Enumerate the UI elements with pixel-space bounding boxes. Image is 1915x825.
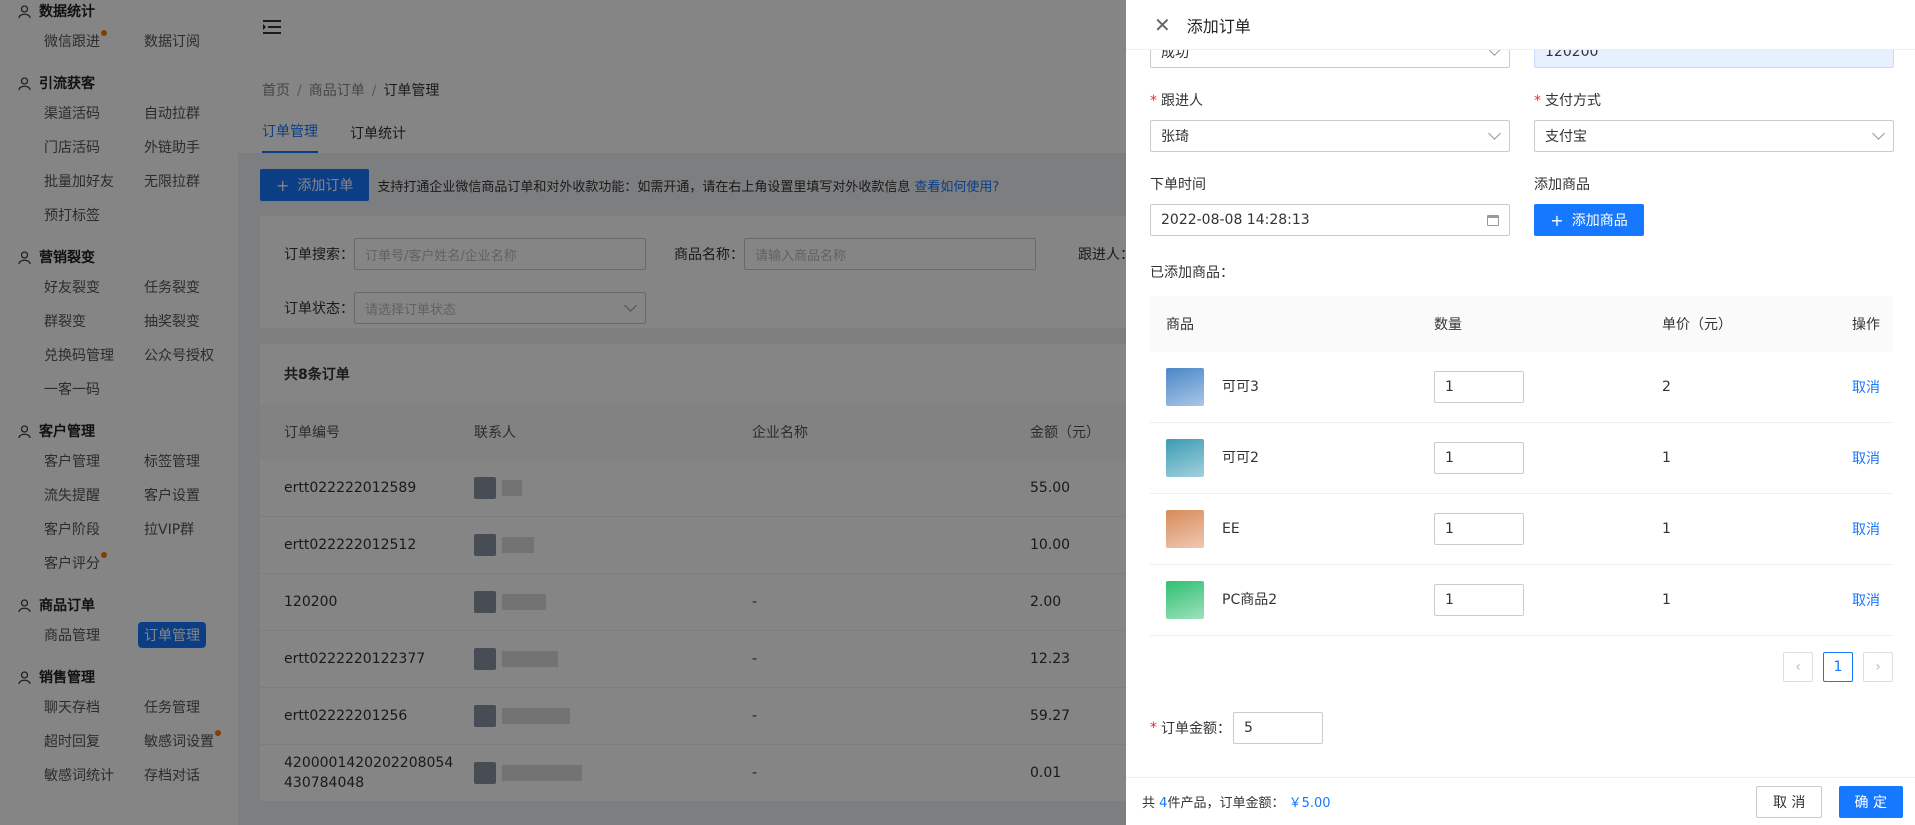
qty-input[interactable]: 1 — [1434, 584, 1524, 616]
qty-input[interactable]: 1 — [1434, 442, 1524, 474]
qty-cell: 1 — [1418, 442, 1646, 474]
drawer-body: 成功 120200 * 跟进人 张琦 * 支付方式 支付宝 下单时间 2022-08… — [1126, 50, 1915, 777]
product-name: 可可3 — [1222, 379, 1259, 395]
add-product-button-label: 添加商品 — [1571, 213, 1628, 229]
prev-page-button[interactable]: ‹ — [1783, 652, 1813, 682]
required-mark: * — [1150, 720, 1157, 736]
product-row: EE 1 1 取消 — [1150, 494, 1893, 565]
qty-cell: 1 — [1418, 371, 1646, 403]
remove-product-link[interactable]: 取消 — [1836, 377, 1894, 397]
product-name: 可可2 — [1222, 450, 1259, 466]
qty-input[interactable]: 1 — [1434, 513, 1524, 545]
status-field-value: 成功 — [1161, 50, 1189, 61]
product-thumbnail — [1166, 510, 1204, 548]
qty-cell: 1 — [1418, 584, 1646, 616]
confirm-button[interactable]: 确 定 — [1838, 785, 1903, 818]
unit-price: 1 — [1662, 450, 1671, 466]
required-mark: * — [1534, 93, 1541, 109]
product-cell: EE — [1150, 510, 1418, 548]
header-qty: 数量 — [1434, 317, 1462, 333]
order-time-label: 下单时间 — [1150, 177, 1206, 193]
unit-price: 1 — [1662, 592, 1671, 608]
product-row: 可可3 1 2 取消 — [1150, 352, 1893, 423]
product-row: 可可2 1 1 取消 — [1150, 423, 1893, 494]
order-time-picker[interactable]: 2022-08-08 14:28:13 — [1150, 204, 1510, 236]
order-number-value: 120200 — [1545, 50, 1599, 60]
next-page-button[interactable]: › — [1863, 652, 1893, 682]
drawer-title: 添加订单 — [1186, 16, 1251, 36]
drawer-header: ✕ 添加订单 — [1126, 0, 1915, 50]
plus-icon: + — [1550, 210, 1564, 230]
remove-product-link[interactable]: 取消 — [1836, 448, 1894, 468]
remove-product-link[interactable]: 取消 — [1836, 519, 1894, 539]
add-order-drawer: ✕ 添加订单 成功 120200 * 跟进人 张琦 * 支付方式 支付宝 下单时间 … — [1126, 0, 1915, 825]
header-product: 商品 — [1166, 317, 1194, 333]
remove-product-link[interactable]: 取消 — [1836, 590, 1894, 610]
product-thumbnail — [1166, 368, 1204, 406]
chevron-down-icon — [1488, 50, 1501, 56]
summary-total: ￥5.00 — [1288, 796, 1331, 811]
header-action: 操作 — [1852, 317, 1880, 333]
products-header: 商品 数量 单价（元） 操作 — [1150, 296, 1893, 352]
close-icon[interactable]: ✕ — [1154, 13, 1171, 37]
products-table: 商品 数量 单价（元） 操作 可可3 1 2 取消 可可2 1 1 取消 EE 1 1 取消 PC商品2… — [1150, 296, 1893, 636]
order-amount-label: 订单金额： — [1161, 721, 1231, 737]
order-amount-row: * 订单金额： 5 — [1150, 712, 1893, 744]
order-number-field[interactable]: 120200 — [1534, 50, 1894, 68]
status-field[interactable]: 成功 — [1150, 50, 1510, 68]
follower-value: 张琦 — [1161, 129, 1189, 145]
page-1-button[interactable]: 1 — [1823, 652, 1853, 682]
product-cell: PC商品2 — [1150, 581, 1418, 619]
product-cell: 可可3 — [1150, 368, 1418, 406]
required-mark: * — [1150, 93, 1157, 109]
product-name: PC商品2 — [1222, 592, 1278, 608]
product-row: PC商品2 1 1 取消 — [1150, 565, 1893, 636]
order-time-value: 2022-08-08 14:28:13 — [1161, 212, 1310, 228]
cancel-button[interactable]: 取 消 — [1755, 785, 1823, 818]
payment-field-label: 支付方式 — [1545, 93, 1601, 109]
product-cell: 可可2 — [1150, 439, 1418, 477]
product-thumbnail — [1166, 581, 1204, 619]
chevron-down-icon — [1488, 127, 1501, 140]
unit-price: 1 — [1662, 521, 1671, 537]
chevron-down-icon — [1872, 127, 1885, 140]
product-name: EE — [1222, 521, 1240, 537]
add-product-label: 添加商品 — [1534, 177, 1590, 193]
payment-select[interactable]: 支付宝 — [1534, 120, 1894, 152]
qty-cell: 1 — [1418, 513, 1646, 545]
product-thumbnail — [1166, 439, 1204, 477]
unit-price: 2 — [1662, 379, 1671, 395]
pagination: ‹ 1 › — [1150, 652, 1893, 682]
summary-prefix: 共 — [1142, 796, 1156, 811]
footer-summary: 共 4件产品，订单金额： ￥5.00 — [1142, 792, 1331, 811]
calendar-icon — [1487, 214, 1499, 226]
added-products-label: 已添加商品： — [1150, 265, 1234, 281]
summary-middle: 件产品，订单金额： — [1167, 796, 1285, 811]
header-price: 单价（元） — [1662, 317, 1732, 333]
drawer-footer: 共 4件产品，订单金额： ￥5.00 取 消 确 定 — [1126, 777, 1915, 825]
add-product-button[interactable]: + 添加商品 — [1534, 204, 1644, 236]
payment-value: 支付宝 — [1545, 129, 1587, 145]
order-amount-input[interactable]: 5 — [1233, 712, 1323, 744]
qty-input[interactable]: 1 — [1434, 371, 1524, 403]
follower-field-label: 跟进人 — [1161, 93, 1203, 109]
follower-select[interactable]: 张琦 — [1150, 120, 1510, 152]
